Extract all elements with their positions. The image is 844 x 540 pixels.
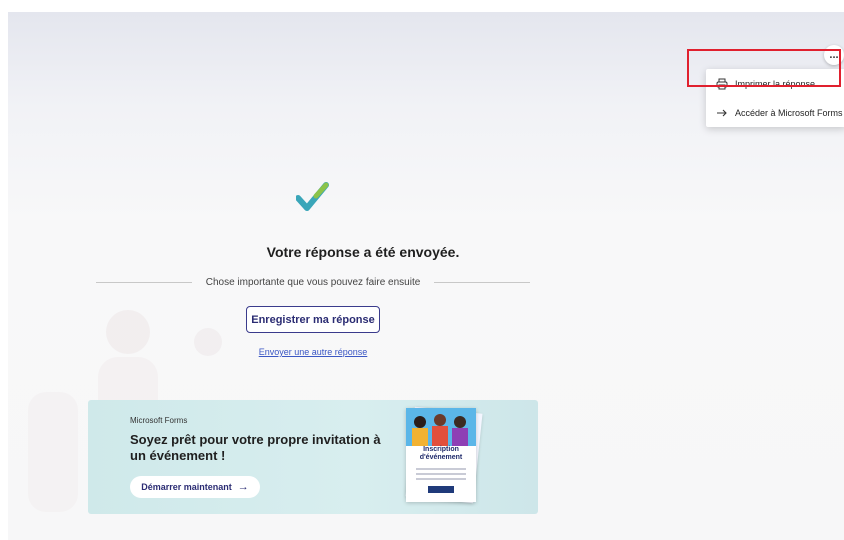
menu-item-label: Accéder à Microsoft Forms [735, 107, 843, 118]
save-response-button[interactable]: Enregistrer ma réponse [246, 306, 380, 333]
divider-line [96, 281, 192, 283]
options-menu: Imprimer la réponse Accéder à Microsoft … [706, 69, 844, 127]
submit-another-response-link[interactable]: Envoyer une autre réponse [213, 347, 413, 357]
success-checkmark-icon [295, 182, 330, 212]
promo-card-text [416, 468, 466, 483]
promo-title: Soyez prêt pour votre propre invitation … [130, 432, 381, 463]
printer-icon [715, 77, 729, 91]
next-step-divider: Chose importante que vous pouvez faire e… [96, 274, 531, 290]
response-page: ... Imprimer la réponse Accéder à Micros… [8, 12, 844, 540]
divider-line [434, 281, 531, 283]
arrow-right-icon [715, 106, 729, 120]
promo-card-button [428, 486, 454, 493]
menu-item-go-to-forms[interactable]: Accéder à Microsoft Forms [706, 98, 844, 127]
promo-banner: Microsoft Forms Soyez prêt pour votre pr… [88, 400, 538, 514]
start-now-button[interactable]: Démarrer maintenant → [130, 476, 260, 498]
more-options-button[interactable]: ... [824, 45, 844, 65]
start-now-label: Démarrer maintenant [141, 482, 232, 492]
menu-item-print-response[interactable]: Imprimer la réponse [706, 69, 844, 98]
menu-item-label: Imprimer la réponse [735, 78, 816, 89]
promo-card-illustration: Inscription d'événement [406, 408, 476, 502]
arrow-right-icon: → [237, 481, 249, 493]
divider-text: Chose importante que vous pouvez faire e… [205, 276, 421, 288]
promo-brand: Microsoft Forms [130, 416, 188, 425]
confirmation-title: Votre réponse a été envoyée. [266, 244, 460, 260]
people-illustration [406, 408, 476, 446]
promo-card-title: Inscription d'événement [419, 446, 463, 461]
